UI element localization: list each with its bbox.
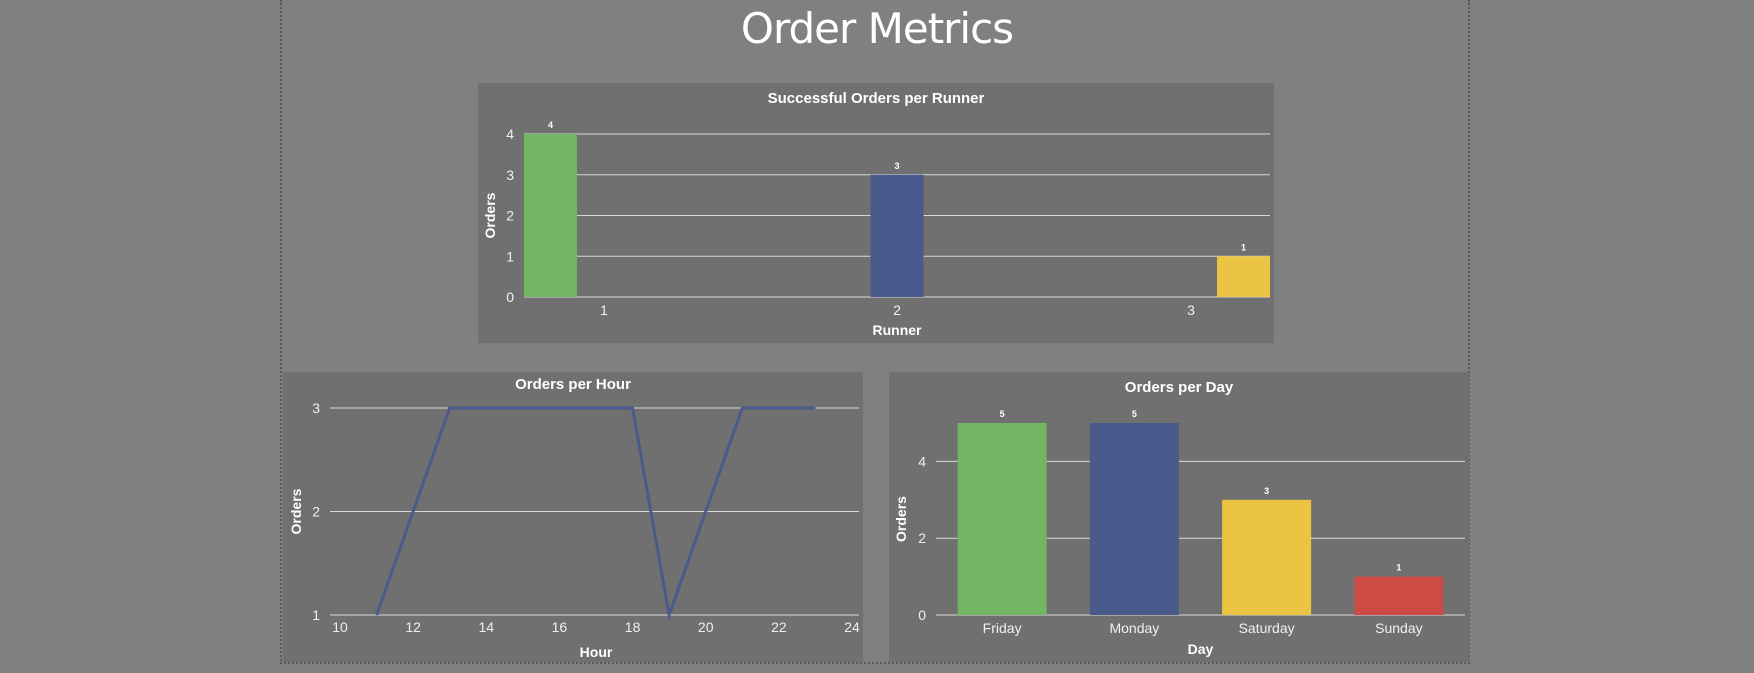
y-axis-title: Orders [288,488,304,534]
bar [524,134,577,297]
x-tick-label: 20 [698,619,714,635]
x-tick-label: 16 [552,619,568,635]
y-tick-label: 2 [918,530,926,546]
y-tick-label: 2 [312,504,320,520]
x-tick-label: 1 [600,302,608,318]
y-axis-title: Orders [482,192,498,238]
bar [1217,256,1270,297]
page-title: Order Metrics [740,4,1014,53]
runner-chart-panel[interactable]: Successful Orders per Runner 0 1 2 3 4 4 1 3 2 1 3 R… [478,83,1274,343]
x-tick-label: Sunday [1375,620,1422,636]
x-tick-label: 24 [844,619,860,635]
y-tick-label: 3 [506,167,514,183]
bar [1089,423,1179,615]
runner-chart: Successful Orders per Runner 0 1 2 3 4 4 1 3 2 1 3 R… [482,90,1270,338]
x-tick-label: Saturday [1239,620,1295,636]
y-tick-label: 1 [506,248,514,264]
y-tick-label: 1 [312,607,320,623]
bar [1222,499,1312,615]
x-axis-title: Hour [580,644,613,660]
day-chart: Orders per Day 0 2 4 5 Friday 5 Monday 3 Saturday… [893,379,1465,657]
x-tick-label: 18 [625,619,641,635]
bar [1354,576,1444,615]
y-axis-title: Orders [893,496,909,542]
y-tick-label: 2 [506,208,514,224]
data-label: 1 [1241,242,1246,252]
data-label: 3 [894,161,899,171]
x-tick-label: 2 [893,302,901,318]
x-axis-title: Runner [873,322,923,338]
data-label: 5 [1000,409,1005,419]
x-tick-label: 3 [1187,302,1195,318]
y-tick-label: 0 [506,289,514,305]
chart-title: Successful Orders per Runner [768,90,985,107]
day-chart-panel[interactable]: Orders per Day 0 2 4 5 Friday 5 Monday 3 Saturday… [889,372,1469,662]
bar [870,174,924,297]
x-tick-label: 22 [771,619,787,635]
hour-chart-panel[interactable]: Orders per Hour 1 2 3 10 12 14 16 18 20 22 24 Hour Or… [283,372,863,662]
x-tick-label: 14 [478,619,494,635]
y-tick-label: 4 [918,453,926,469]
data-label: 3 [1264,486,1269,496]
y-tick-label: 3 [312,400,320,416]
data-label: 4 [548,120,553,130]
x-tick-label: 10 [332,619,348,635]
hour-chart: Orders per Hour12310 12 14 16 18 20 22 24HourOr… [288,376,860,660]
x-tick-label: Friday [983,620,1022,636]
x-tick-label: Monday [1109,620,1159,636]
data-label: 5 [1132,409,1137,419]
bar [957,423,1047,615]
x-axis-title: Day [1188,641,1214,657]
y-tick-label: 0 [918,607,926,623]
data-label: 1 [1396,563,1401,573]
y-tick-label: 4 [506,126,514,142]
x-tick-label: 12 [405,619,421,635]
chart-title: Orders per Hour [515,376,631,393]
chart-title: Orders per Day [1125,379,1234,396]
